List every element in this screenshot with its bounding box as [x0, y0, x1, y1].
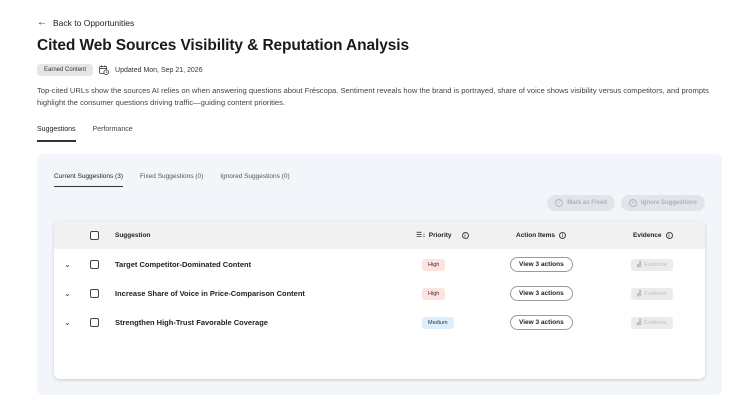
- evidence-info-icon[interactable]: i: [665, 231, 673, 239]
- chevron-down-icon[interactable]: ⌄: [64, 318, 71, 327]
- evidence-label: Evidence: [644, 261, 667, 268]
- back-link-label: Back to Opportunities: [53, 18, 135, 28]
- check-circle-icon: ✓: [555, 199, 564, 207]
- chart-icon: ▟: [637, 290, 642, 297]
- chart-icon: ▟: [637, 261, 642, 268]
- subtab-ignored[interactable]: Ignored Suggestions (0): [220, 173, 289, 187]
- close-circle-icon: ✕: [628, 199, 637, 207]
- calendar-clock-icon: [99, 65, 109, 75]
- subtab-current[interactable]: Current Suggestions (3): [54, 173, 124, 187]
- priority-badge: High: [422, 287, 446, 300]
- header-action-items: Action Items: [516, 231, 556, 239]
- chevron-down-icon[interactable]: ⌄: [64, 289, 71, 298]
- header-evidence: Evidence: [633, 231, 662, 239]
- mark-fixed-label: Mark as Fixed: [567, 200, 607, 206]
- chevron-down-icon[interactable]: ⌄: [64, 260, 71, 269]
- priority-badge: High: [422, 258, 446, 271]
- suggestions-table: Suggestion ☰↓ Priority i Action Items i …: [54, 221, 705, 379]
- sort-icon[interactable]: ☰↓: [416, 231, 426, 239]
- view-actions-button[interactable]: View 3 actions: [510, 286, 573, 301]
- suggestion-subtabs: Current Suggestions (3) Fixed Suggestion…: [54, 173, 290, 187]
- suggestion-title: Target Competitor-Dominated Content: [115, 260, 252, 269]
- updated-date: Updated Mon, Sep 21, 2026: [115, 66, 203, 74]
- evidence-button[interactable]: ▟ Evidence: [631, 287, 673, 300]
- table-header: Suggestion ☰↓ Priority i Action Items i …: [54, 221, 705, 249]
- select-all-checkbox[interactable]: [90, 230, 99, 240]
- view-actions-button[interactable]: View 3 actions: [510, 257, 573, 272]
- chart-icon: ▟: [637, 319, 642, 326]
- table-row: ⌄ Strengthen High-Trust Favorable Covera…: [54, 308, 705, 337]
- ignore-suggestions-label: Ignore Suggestions: [640, 200, 697, 206]
- row-checkbox[interactable]: [90, 318, 99, 327]
- suggestion-title: Strengthen High-Trust Favorable Coverage: [115, 318, 268, 327]
- category-badge: Earned Content: [37, 64, 94, 76]
- evidence-label: Evidence: [644, 319, 667, 326]
- suggestion-title: Increase Share of Voice in Price-Compari…: [115, 289, 305, 298]
- action-items-info-icon[interactable]: i: [559, 231, 567, 239]
- header-suggestion: Suggestion: [115, 231, 151, 239]
- evidence-button[interactable]: ▟ Evidence: [631, 258, 673, 271]
- arrow-left-icon: ←: [37, 17, 47, 28]
- table-row: ⌄ Target Competitor-Dominated Content Hi…: [54, 250, 705, 279]
- page-title: Cited Web Sources Visibility & Reputatio…: [37, 37, 409, 54]
- priority-badge: Medium: [422, 316, 454, 329]
- subtab-fixed[interactable]: Fixed Suggestions (0): [140, 173, 203, 187]
- header-priority[interactable]: Priority: [429, 232, 452, 239]
- priority-info-icon[interactable]: i: [461, 231, 469, 239]
- page-meta: Earned Content Updated Mon, Sep 21, 2026: [37, 64, 203, 76]
- main-tabs: Suggestions Performance: [37, 126, 133, 142]
- bulk-actions: ✓ Mark as Fixed ✕ Ignore Suggestions: [547, 195, 705, 211]
- row-checkbox[interactable]: [90, 260, 99, 269]
- table-row: ⌄ Increase Share of Voice in Price-Compa…: [54, 279, 705, 308]
- back-link[interactable]: ← Back to Opportunities: [37, 17, 135, 29]
- suggestions-panel: Current Suggestions (3) Fixed Suggestion…: [37, 154, 722, 395]
- page-description: Top-cited URLs show the sources AI relie…: [37, 86, 709, 107]
- mark-fixed-button[interactable]: ✓ Mark as Fixed: [547, 195, 615, 211]
- tab-suggestions[interactable]: Suggestions: [37, 126, 76, 142]
- view-actions-button[interactable]: View 3 actions: [510, 315, 573, 330]
- evidence-button[interactable]: ▟ Evidence: [631, 316, 673, 329]
- ignore-suggestions-button[interactable]: ✕ Ignore Suggestions: [620, 195, 705, 211]
- row-checkbox[interactable]: [90, 289, 99, 298]
- tab-performance[interactable]: Performance: [93, 126, 133, 142]
- evidence-label: Evidence: [644, 290, 667, 297]
